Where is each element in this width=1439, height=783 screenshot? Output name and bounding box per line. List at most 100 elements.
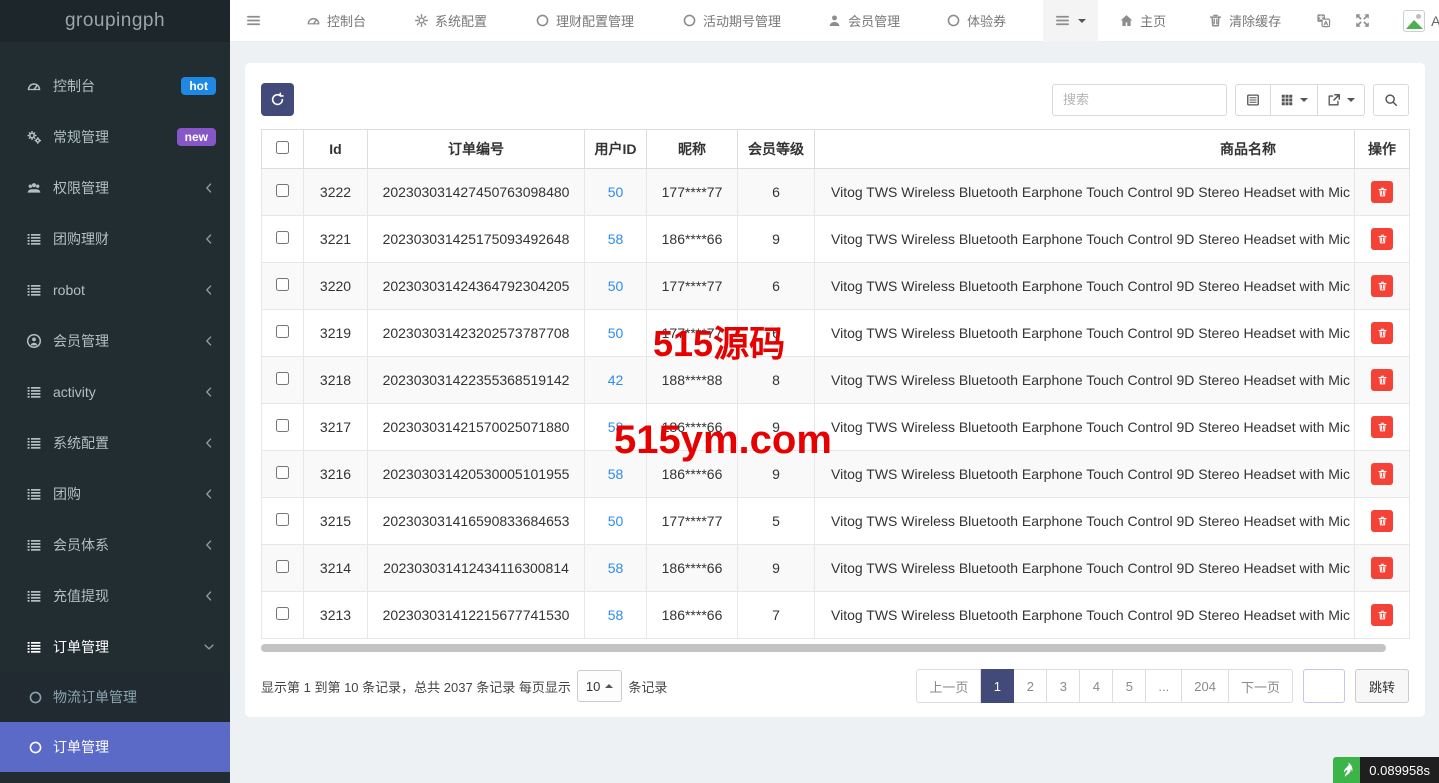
- page-button-1[interactable]: 1: [981, 669, 1014, 703]
- sidebar-subitem-1[interactable]: 订单管理: [0, 722, 230, 772]
- nav-voucher[interactable]: 体验券: [931, 0, 1021, 42]
- sidebar-item-10[interactable]: 充值提现: [0, 570, 230, 621]
- row-checkbox[interactable]: [276, 372, 289, 385]
- sidebar-item-0[interactable]: 控制台hot: [0, 60, 230, 111]
- search-button[interactable]: [1373, 84, 1409, 116]
- user-id-link[interactable]: 58: [608, 560, 624, 576]
- row-checkbox[interactable]: [276, 325, 289, 338]
- user-id-link[interactable]: 42: [608, 372, 624, 388]
- cell-level: 9: [738, 216, 815, 263]
- row-checkbox[interactable]: [276, 560, 289, 573]
- user-id-link[interactable]: 50: [608, 278, 624, 294]
- gears-icon: [24, 129, 44, 145]
- delete-button[interactable]: [1371, 510, 1393, 532]
- search-input[interactable]: [1052, 84, 1227, 116]
- nav-console[interactable]: 控制台: [291, 0, 381, 42]
- sidebar-item-5[interactable]: 会员管理: [0, 315, 230, 366]
- columns-button[interactable]: [1271, 84, 1318, 116]
- column-header-6: 操作: [1355, 130, 1410, 169]
- page-button-5[interactable]: 5: [1113, 669, 1146, 703]
- cell-level: 6: [738, 169, 815, 216]
- nav-home[interactable]: 主页: [1104, 0, 1181, 42]
- page-button-204[interactable]: 204: [1182, 669, 1229, 703]
- refresh-button[interactable]: [261, 83, 294, 116]
- trash-icon: [1377, 468, 1388, 480]
- nav-menu-dropdown[interactable]: [1043, 0, 1098, 42]
- users-icon: [24, 180, 44, 196]
- cell-user-id: 58: [585, 404, 647, 451]
- cell-level: 7: [738, 592, 815, 639]
- detail-view-button[interactable]: [1235, 84, 1271, 116]
- row-checkbox[interactable]: [276, 278, 289, 291]
- delete-button[interactable]: [1371, 181, 1393, 203]
- export-button[interactable]: [1318, 84, 1365, 116]
- horizontal-scrollbar-thumb[interactable]: [261, 644, 1386, 652]
- nav-finance-config[interactable]: 理财配置管理: [520, 0, 649, 42]
- chevron-left-icon: [202, 538, 216, 552]
- row-checkbox[interactable]: [276, 607, 289, 620]
- jump-button[interactable]: 跳转: [1355, 669, 1409, 703]
- delete-button[interactable]: [1371, 604, 1393, 626]
- delete-button[interactable]: [1371, 228, 1393, 250]
- sidebar-item-2[interactable]: 权限管理: [0, 162, 230, 213]
- delete-button[interactable]: [1371, 557, 1393, 579]
- sidebar-subitem-0[interactable]: 物流订单管理: [0, 672, 230, 722]
- user-id-link[interactable]: 58: [608, 466, 624, 482]
- cell-check: [262, 404, 304, 451]
- translate-icon: [1316, 13, 1331, 28]
- cell-id: 3215: [304, 498, 368, 545]
- circle-icon: [535, 13, 550, 28]
- page-button-2[interactable]: 2: [1014, 669, 1047, 703]
- page-button-下一页[interactable]: 下一页: [1229, 669, 1293, 703]
- sidebar-item-1[interactable]: 常规管理new: [0, 111, 230, 162]
- main-content: Id订单编号用户ID昵称会员等级商品名称操作 32222023030314274…: [230, 42, 1439, 783]
- thinkphp-flame-icon[interactable]: [1333, 757, 1360, 783]
- chevron-down-icon: [202, 640, 216, 654]
- nav-member-mgmt[interactable]: 会员管理: [812, 0, 915, 42]
- sidebar-item-7[interactable]: 系统配置: [0, 417, 230, 468]
- row-checkbox[interactable]: [276, 419, 289, 432]
- sidebar-item-9[interactable]: 会员体系: [0, 519, 230, 570]
- page-button-4[interactable]: 4: [1080, 669, 1113, 703]
- delete-button[interactable]: [1371, 463, 1393, 485]
- nav-system-config[interactable]: 系统配置: [399, 0, 502, 42]
- delete-button[interactable]: [1371, 322, 1393, 344]
- sidebar-item-11[interactable]: 订单管理: [0, 621, 230, 672]
- delete-button[interactable]: [1371, 369, 1393, 391]
- page-size-dropdown[interactable]: 10: [577, 670, 622, 702]
- exec-time-label: 0.089958s: [1360, 757, 1439, 783]
- select-all-checkbox[interactable]: [276, 141, 289, 154]
- row-checkbox[interactable]: [276, 513, 289, 526]
- sidebar-item-4[interactable]: robot: [0, 264, 230, 315]
- user-id-link[interactable]: 50: [608, 513, 624, 529]
- row-checkbox[interactable]: [276, 466, 289, 479]
- jump-page-input[interactable]: [1303, 669, 1345, 703]
- row-checkbox[interactable]: [276, 184, 289, 197]
- nav-activity-period[interactable]: 活动期号管理: [667, 0, 796, 42]
- nav-translate-button[interactable]: [1304, 0, 1343, 42]
- column-header-2: 用户ID: [585, 130, 647, 169]
- trash-icon: [1377, 233, 1388, 245]
- circle-icon: [28, 690, 43, 705]
- sidebar-item-6[interactable]: activity: [0, 366, 230, 417]
- user-id-link[interactable]: 58: [608, 231, 624, 247]
- sidebar-item-3[interactable]: 团购理财: [0, 213, 230, 264]
- delete-button[interactable]: [1371, 275, 1393, 297]
- delete-button[interactable]: [1371, 416, 1393, 438]
- fullscreen-icon: [1355, 13, 1370, 28]
- user-id-link[interactable]: 58: [608, 607, 624, 623]
- page-button-上一页[interactable]: 上一页: [916, 669, 981, 703]
- nav-fullscreen-button[interactable]: [1343, 0, 1382, 42]
- page-button-3[interactable]: 3: [1047, 669, 1080, 703]
- cell-order-no: 202303031425175093492648: [368, 216, 585, 263]
- panel-toolbar: [261, 83, 1409, 116]
- row-checkbox[interactable]: [276, 231, 289, 244]
- sidebar-subitem-label: 物流订单管理: [53, 687, 137, 707]
- nav-clear-cache[interactable]: 清除缓存: [1193, 0, 1296, 42]
- nav-admin-account[interactable]: Admin: [1388, 0, 1439, 42]
- user-id-link[interactable]: 50: [608, 184, 624, 200]
- sidebar-item-8[interactable]: 团购: [0, 468, 230, 519]
- user-id-link[interactable]: 50: [608, 325, 624, 341]
- sidebar-toggle-button[interactable]: [230, 0, 273, 42]
- user-id-link[interactable]: 58: [608, 419, 624, 435]
